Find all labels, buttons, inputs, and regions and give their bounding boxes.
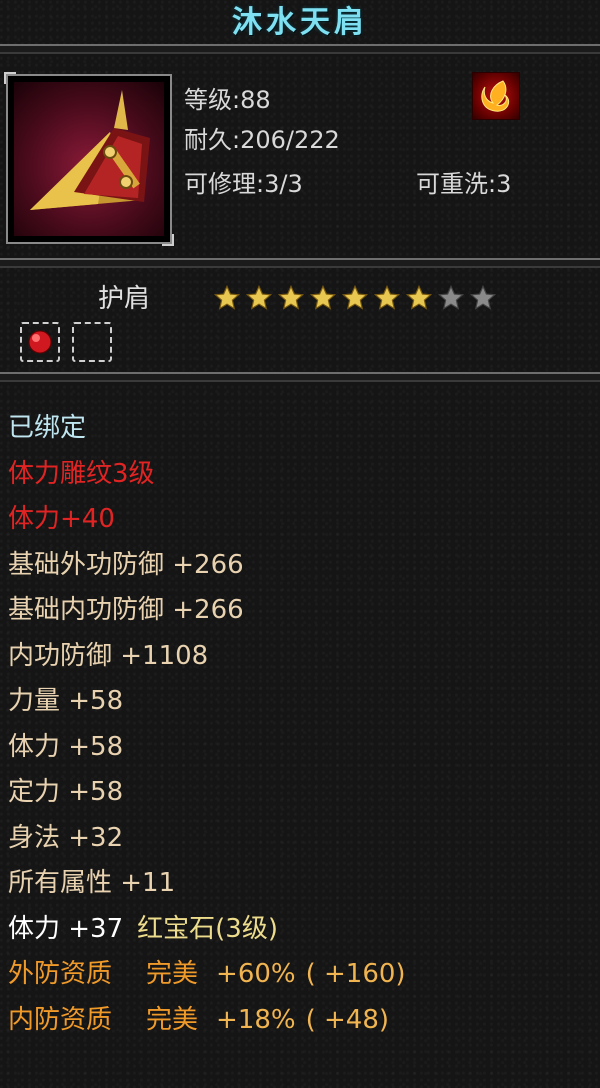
attribute-line: 体力雕纹3级 [8, 458, 155, 489]
repair-count-text: 可修理:3/3 [184, 170, 303, 198]
filled-star-icon [245, 284, 273, 310]
gem-stat-text: 体力 +37 [8, 913, 124, 944]
fire-element-icon [472, 72, 520, 120]
quality-label: 内防资质 [8, 1004, 113, 1035]
attribute-line: 体力 +58 [8, 731, 124, 762]
gem-name-text: 红宝石(3级) [137, 913, 278, 944]
attribute-line: 体力+40 [8, 504, 115, 534]
section-divider-2 [0, 372, 600, 382]
quality-bonus: ( +160) [305, 959, 406, 989]
quality-label: 外防资质 [8, 959, 113, 989]
quality-value: +60% [216, 959, 296, 989]
quality-bonus: ( +48) [305, 1004, 390, 1035]
empty-star-icon [469, 284, 497, 310]
quality-grade: 完美 [146, 959, 199, 989]
attribute-line: 基础内功防御 +266 [8, 595, 244, 625]
filled-star-icon [341, 284, 369, 310]
rewash-count-text: 可重洗:3 [416, 170, 512, 198]
quality-value: +18% [216, 1004, 296, 1035]
attribute-line: 内功防御 +1108 [8, 640, 209, 671]
ruby-gem-socket-icon[interactable] [20, 322, 60, 362]
item-title: 沐水天肩 [232, 5, 368, 40]
empty-star-icon [437, 284, 465, 310]
attribute-line: 力量 +58 [8, 686, 124, 716]
quality-grade: 完美 [146, 1004, 199, 1035]
star-rating [212, 284, 498, 312]
section-divider-1 [0, 258, 600, 268]
attribute-line: 已绑定 [8, 413, 87, 443]
filled-star-icon [373, 284, 401, 310]
filled-star-icon [213, 284, 241, 310]
attribute-list: 已绑定体力雕纹3级 体力+40 基础外功防御 +266 基础内功防御 +266 内功防御… [8, 406, 406, 1043]
item-icon-frame [4, 72, 174, 246]
filled-star-icon [277, 284, 305, 310]
filled-star-icon [405, 284, 433, 310]
gem-bonus-line: 体力 +37 红宝石(3级) [8, 907, 406, 953]
golden-spiked-shoulder-armor-icon [14, 82, 164, 236]
attribute-line: 定力 +58 [8, 777, 124, 807]
level-text: 等级:88 [184, 86, 271, 114]
attribute-line: 所有属性 +11 [8, 868, 176, 898]
attribute-line: 基础外功防御 +266 [8, 549, 244, 580]
item-type-label: 护肩 [98, 284, 151, 314]
attribute-line: 身法 +32 [8, 822, 124, 853]
empty-gem-socket-icon[interactable] [72, 322, 112, 362]
quality-line: 内防资质 完美 +18% ( +48) [8, 998, 406, 1044]
header-divider [0, 44, 600, 54]
filled-star-icon [309, 284, 337, 310]
durability-text: 耐久:206/222 [184, 126, 340, 154]
quality-line: 外防资质 完美 +60% ( +160) [8, 952, 406, 998]
